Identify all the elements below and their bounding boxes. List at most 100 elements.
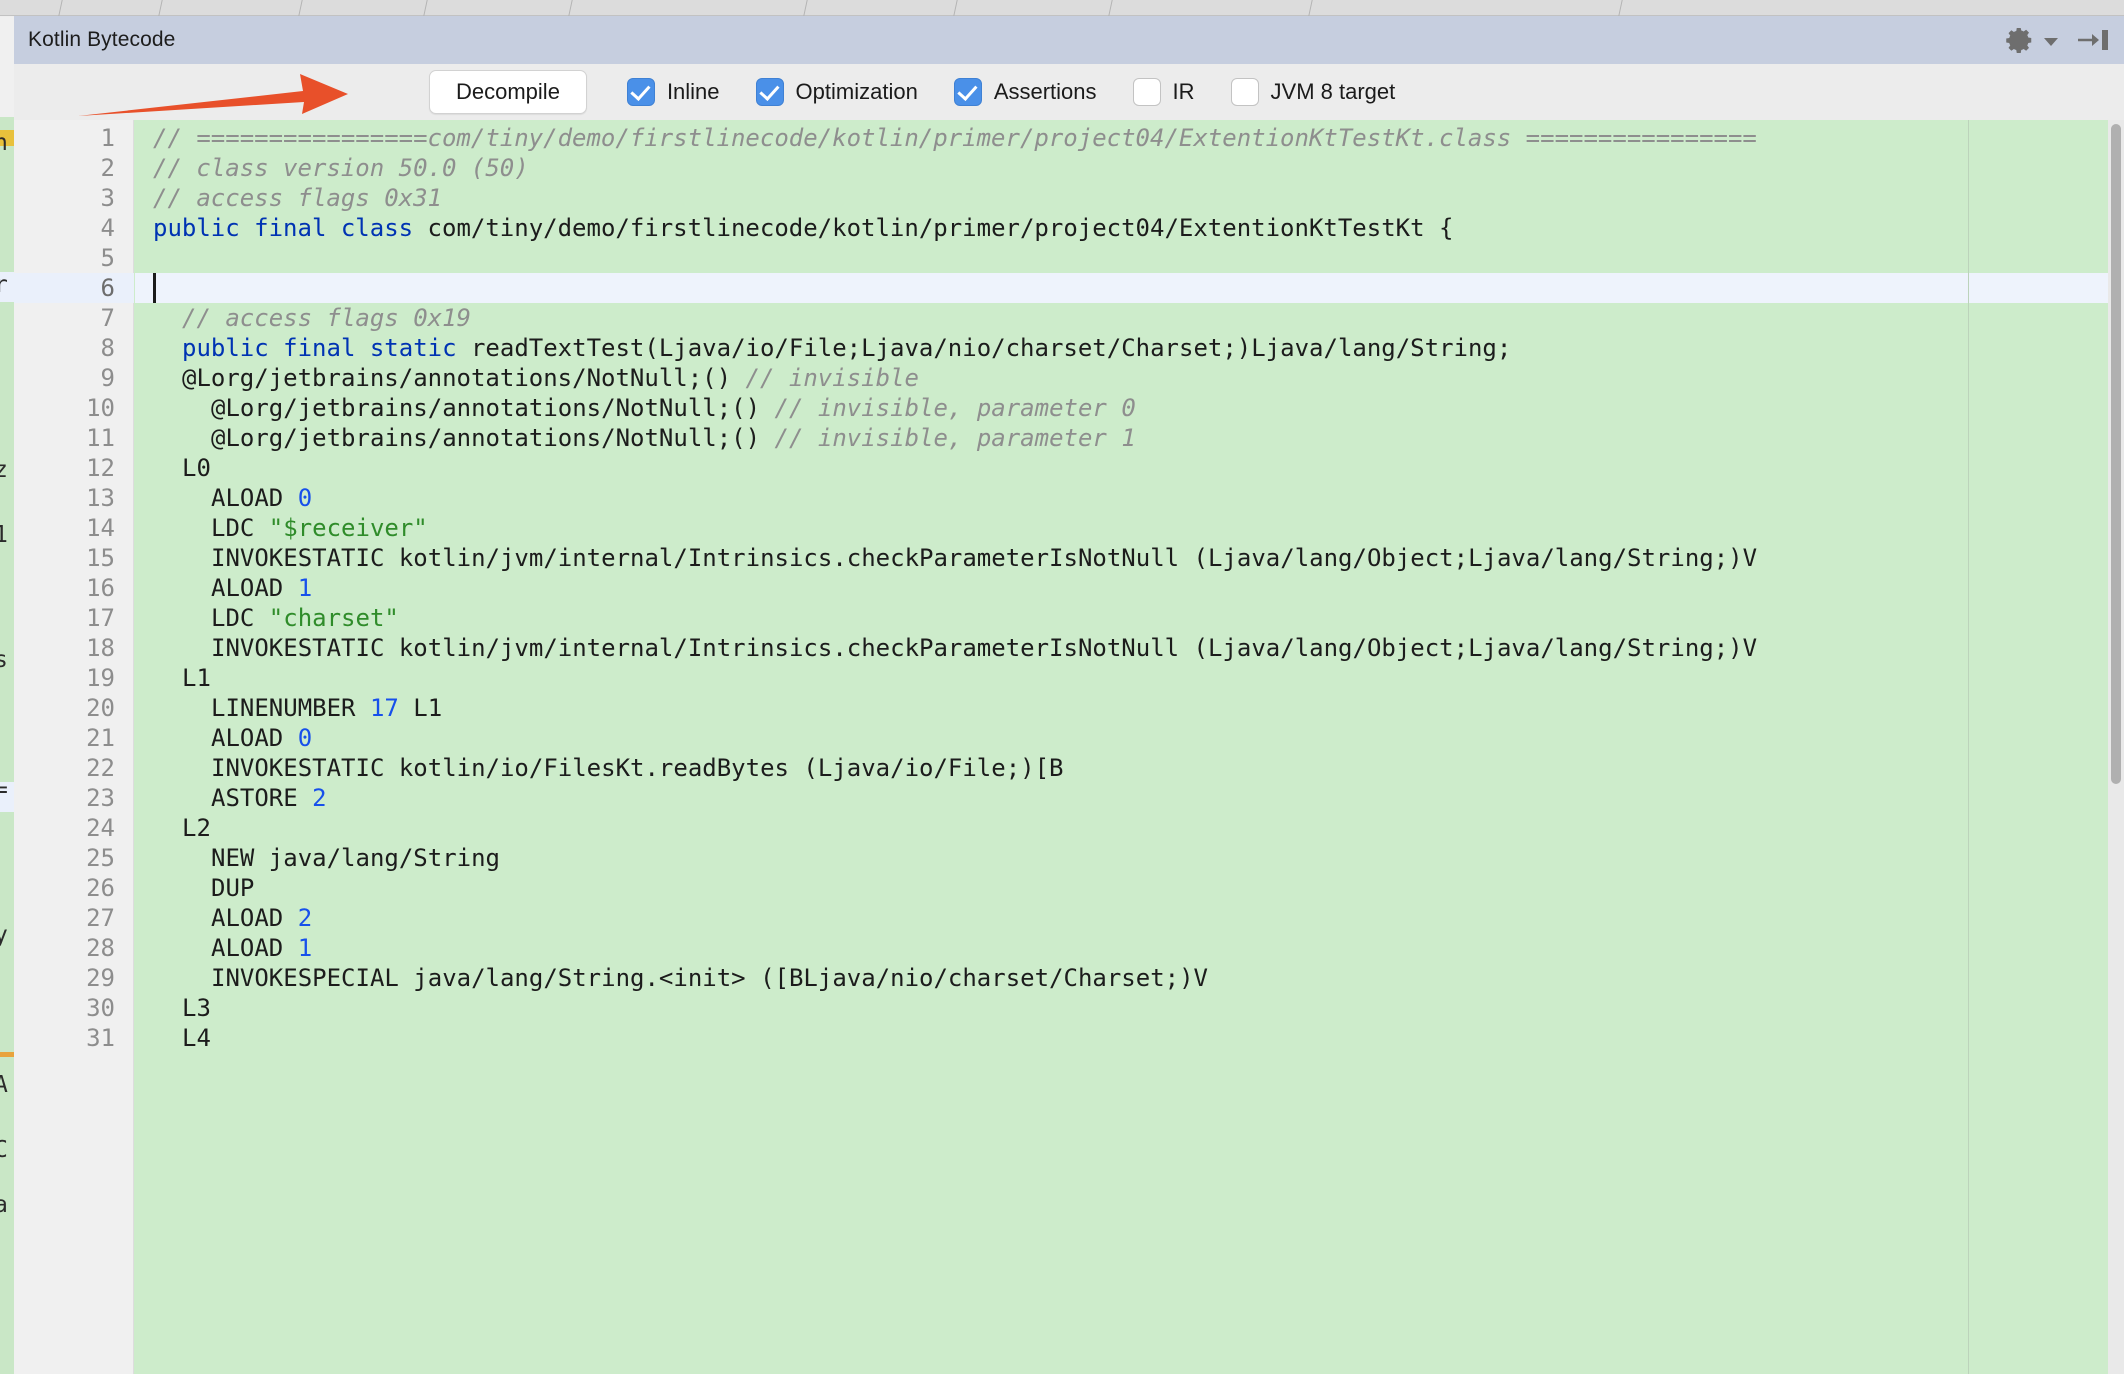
line-number: 21 <box>86 724 115 752</box>
tab-divider <box>1618 0 1623 16</box>
code-line[interactable]: INVOKESTATIC kotlin/jvm/internal/Intrins… <box>153 633 1757 663</box>
code-token-num: 0 <box>297 724 313 752</box>
code-token-str: "charset" <box>268 604 399 632</box>
line-number: 9 <box>100 364 115 392</box>
line-number: 28 <box>86 934 115 962</box>
code-line[interactable]: INVOKESTATIC kotlin/io/FilesKt.readBytes… <box>153 753 1064 783</box>
code-token-pl: L1 <box>398 694 443 722</box>
checkbox-inline[interactable]: Inline <box>626 78 720 106</box>
code-line[interactable]: // access flags 0x19 <box>153 303 471 333</box>
checkbox-label: JVM 8 target <box>1270 79 1396 104</box>
code-line[interactable]: DUP <box>153 873 254 903</box>
code-token-pl: NEW java/lang/String <box>211 844 500 872</box>
editor-tab-strip[interactable] <box>0 0 2124 16</box>
tab-divider <box>58 0 63 16</box>
code-token-pl: INVOKESTATIC kotlin/io/FilesKt.readBytes… <box>211 754 1064 782</box>
code-line[interactable]: INVOKESTATIC kotlin/jvm/internal/Intrins… <box>153 543 1757 573</box>
background-editor-text: n <box>0 130 8 156</box>
code-token-str: "$receiver" <box>268 514 428 542</box>
background-editor-sliver: n r z 1 s = y A Ca <box>0 17 14 1374</box>
code-line[interactable]: INVOKESPECIAL java/lang/String.<init> ([… <box>153 963 1208 993</box>
code-line[interactable]: ASTORE 2 <box>153 783 327 813</box>
caret-line-highlight <box>135 273 2124 303</box>
checkbox-optimization[interactable]: Optimization <box>755 78 918 106</box>
code-line[interactable]: public final static readTextTest(Ljava/i… <box>153 333 1511 363</box>
checkbox-unchecked-icon[interactable] <box>1230 78 1259 106</box>
code-line[interactable]: LDC "$receiver" <box>153 513 428 543</box>
line-number-gutter: 1 2 3 4 5 6 7 8 9 10 11 12 13 14 15 16 17 18 19 20 21 22 23 24 2… <box>14 120 134 1374</box>
code-line[interactable]: L4 <box>153 1023 211 1053</box>
code-line[interactable]: ALOAD 2 <box>153 903 312 933</box>
line-number: 3 <box>100 184 115 212</box>
line-number: 1 <box>100 124 115 152</box>
decompile-button[interactable]: Decompile <box>429 70 587 114</box>
code-token-cm: // access flags 0x19 <box>182 304 471 332</box>
settings-button[interactable] <box>2005 25 2058 55</box>
code-line[interactable]: public final class com/tiny/demo/firstli… <box>153 213 1453 243</box>
code-line[interactable]: @Lorg/jetbrains/annotations/NotNull;() /… <box>153 423 1136 453</box>
background-editor-text: s <box>0 647 8 673</box>
code-line[interactable]: L2 <box>153 813 211 843</box>
code-line[interactable]: @Lorg/jetbrains/annotations/NotNull;() /… <box>153 393 1136 423</box>
code-token-pl: @Lorg/jetbrains/annotations/NotNull;() <box>211 394 775 422</box>
code-line[interactable]: LDC "charset" <box>153 603 399 633</box>
vertical-scrollbar-thumb[interactable] <box>2111 124 2121 784</box>
line-number: 4 <box>100 214 115 242</box>
code-token-kw: public final class <box>153 214 428 242</box>
code-line[interactable]: ALOAD 0 <box>153 723 312 753</box>
code-token-pl: L3 <box>182 994 211 1022</box>
line-number: 22 <box>86 754 115 782</box>
line-number: 12 <box>86 454 115 482</box>
code-content[interactable]: // ================com/tiny/demo/firstli… <box>135 120 2124 1374</box>
background-editor-text: y <box>0 922 8 948</box>
checkbox-checked-icon[interactable] <box>953 78 982 106</box>
code-line[interactable]: ALOAD 0 <box>153 483 312 513</box>
code-line[interactable]: LINENUMBER 17 L1 <box>153 693 442 723</box>
background-editor-text: z <box>0 457 8 483</box>
line-number: 8 <box>100 334 115 362</box>
code-line[interactable]: NEW java/lang/String <box>153 843 500 873</box>
code-token-num: 17 <box>369 694 399 722</box>
line-number: 27 <box>86 904 115 932</box>
code-line[interactable]: @Lorg/jetbrains/annotations/NotNull;() /… <box>153 363 919 393</box>
line-number: 10 <box>86 394 115 422</box>
tab-divider <box>953 0 958 16</box>
vertical-scrollbar[interactable] <box>2108 120 2124 1374</box>
checkbox-unchecked-icon[interactable] <box>1132 78 1161 106</box>
line-number: 20 <box>86 694 115 722</box>
code-line[interactable]: L0 <box>153 453 211 483</box>
code-token-pl: @Lorg/jetbrains/annotations/NotNull;() <box>211 424 775 452</box>
code-line[interactable]: ALOAD 1 <box>153 933 312 963</box>
background-editor-marker <box>0 1052 14 1057</box>
bytecode-editor[interactable]: 1 2 3 4 5 6 7 8 9 10 11 12 13 14 15 16 17 18 19 20 21 22 23 24 2… <box>14 120 2124 1374</box>
code-token-pl: ALOAD <box>211 934 298 962</box>
background-editor-text: r <box>0 272 8 298</box>
code-line[interactable]: L1 <box>153 663 211 693</box>
checkbox-jvm-8-target[interactable]: JVM 8 target <box>1230 78 1396 106</box>
checkbox-checked-icon[interactable] <box>755 78 784 106</box>
line-number: 14 <box>86 514 115 542</box>
code-line[interactable]: // access flags 0x31 <box>153 183 442 213</box>
code-line[interactable]: L3 <box>153 993 211 1023</box>
line-number: 30 <box>86 994 115 1022</box>
hide-tool-window-button[interactable] <box>2076 25 2110 55</box>
line-number: 13 <box>86 484 115 512</box>
background-editor-text: A <box>0 1072 8 1098</box>
code-token-pl: DUP <box>211 874 255 902</box>
code-line[interactable]: // class version 50.0 (50) <box>153 153 529 183</box>
code-token-cm: // invisible, parameter 0 <box>774 394 1136 422</box>
bytecode-toolbar: Decompile Inline Optimization Assertions IR… <box>14 64 2124 120</box>
code-line[interactable]: ALOAD 1 <box>153 573 312 603</box>
background-editor-text: 1 <box>0 522 8 548</box>
tab-divider <box>158 0 163 16</box>
code-line[interactable]: // ================com/tiny/demo/firstli… <box>153 123 1757 153</box>
checkbox-assertions[interactable]: Assertions <box>953 78 1097 106</box>
code-token-num: 2 <box>312 784 327 812</box>
checkbox-label: IR <box>1172 79 1195 104</box>
code-token-pl: @Lorg/jetbrains/annotations/NotNull;() <box>182 364 746 392</box>
code-token-pl: L0 <box>182 454 211 482</box>
tab-divider <box>1108 0 1113 16</box>
checkbox-ir[interactable]: IR <box>1132 78 1195 106</box>
checkbox-checked-icon[interactable] <box>626 78 655 106</box>
code-token-pl: INVOKESTATIC kotlin/jvm/internal/Intrins… <box>211 544 1758 572</box>
